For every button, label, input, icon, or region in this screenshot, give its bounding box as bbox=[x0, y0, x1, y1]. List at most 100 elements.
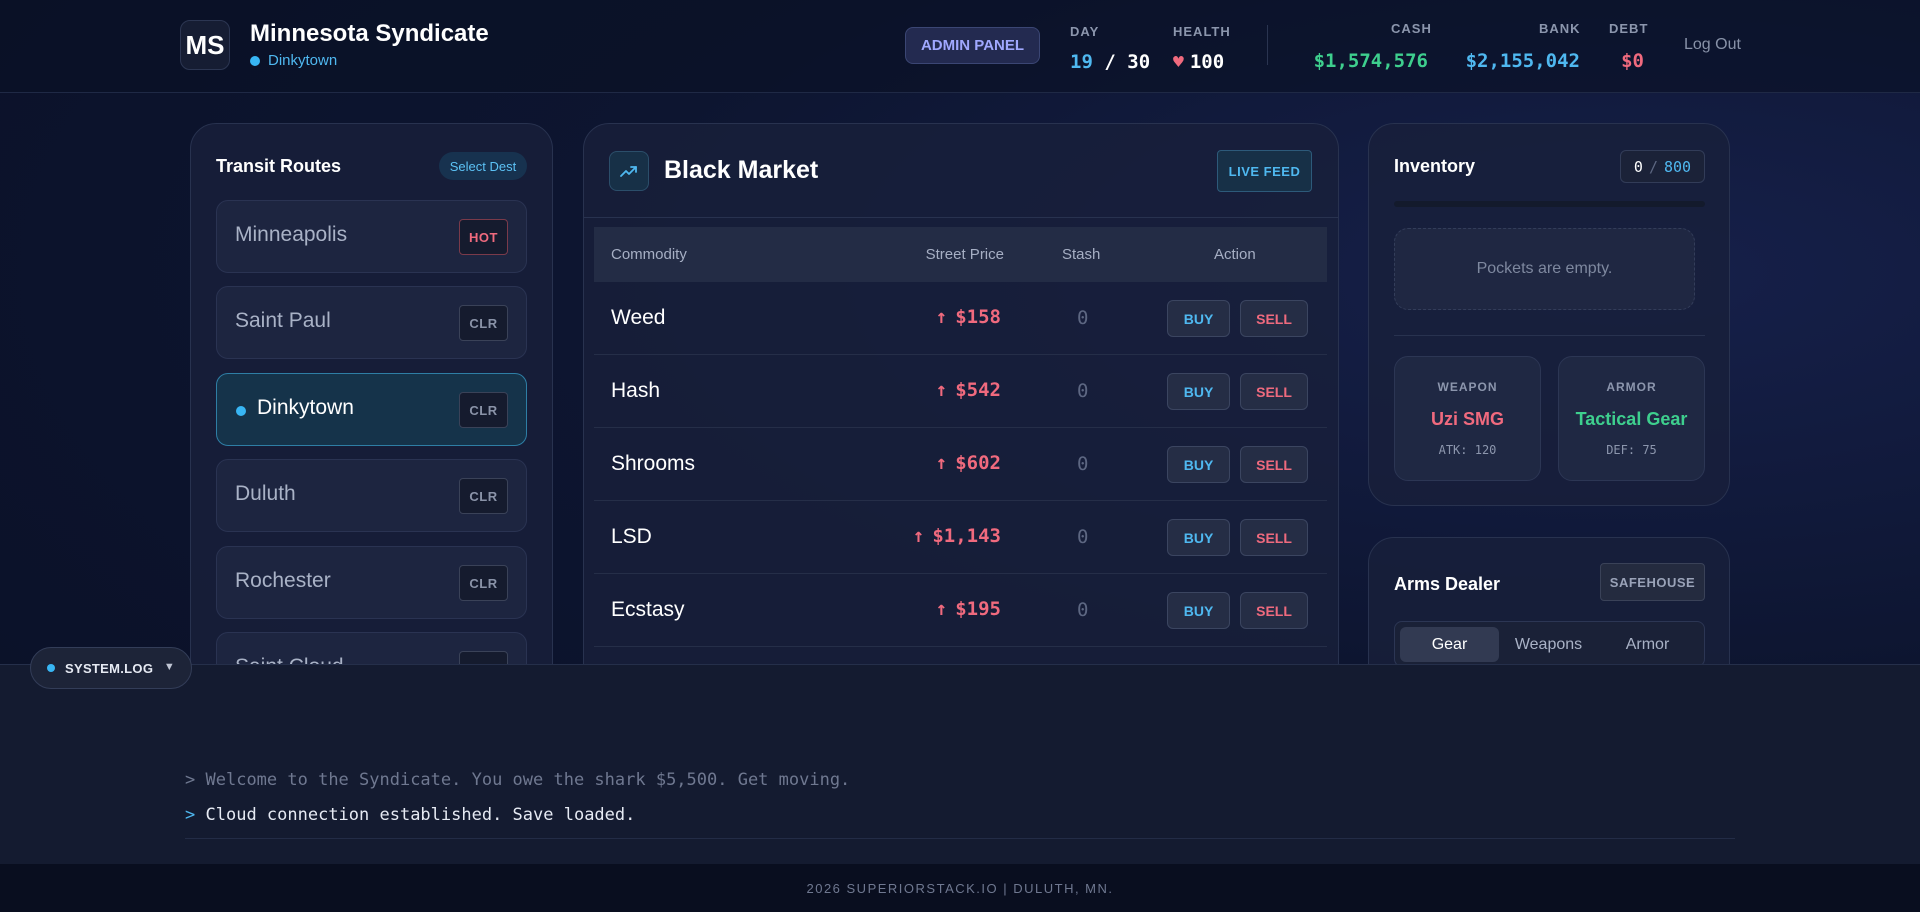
table-row: Weed ↑ $158 0 BUY SELL bbox=[594, 282, 1327, 355]
price-value: $542 bbox=[955, 379, 1001, 401]
location-dot-icon bbox=[250, 55, 260, 66]
price-value: $1,143 bbox=[932, 525, 1001, 547]
route-name: Rochester bbox=[235, 569, 331, 592]
debt-label: DEBT bbox=[1609, 21, 1649, 36]
top-header: MS Minnesota Syndicate Dinkytown ADMIN P… bbox=[0, 0, 1920, 93]
active-location-dot-icon bbox=[236, 406, 246, 416]
inventory-capacity: 0 / 800 bbox=[1620, 150, 1705, 183]
street-price: ↑ $1,143 bbox=[913, 525, 1001, 547]
black-market-panel: Black Market LIVE FEED Commodity Street … bbox=[583, 123, 1339, 723]
sell-button[interactable]: SELL bbox=[1240, 519, 1308, 556]
log-divider bbox=[185, 838, 1735, 839]
health-label: HEALTH bbox=[1173, 24, 1231, 39]
route-rochester[interactable]: Rochester CLR bbox=[216, 546, 527, 619]
log-line: > Welcome to the Syndicate. You owe the … bbox=[185, 770, 850, 790]
log-prompt: > bbox=[185, 770, 196, 790]
sell-button[interactable]: SELL bbox=[1240, 446, 1308, 483]
day-current: 19 bbox=[1070, 51, 1093, 73]
route-duluth[interactable]: Duluth CLR bbox=[216, 459, 527, 532]
street-price: ↑ $195 bbox=[936, 598, 1001, 620]
table-row: Shrooms ↑ $602 0 BUY SELL bbox=[594, 428, 1327, 501]
inventory-divider bbox=[1394, 335, 1705, 336]
tab-armor[interactable]: Armor bbox=[1598, 627, 1697, 662]
table-row: Ecstasy ↑ $195 0 BUY SELL bbox=[594, 574, 1327, 647]
day-label: DAY bbox=[1070, 24, 1100, 39]
stash-count: 0 bbox=[1077, 307, 1089, 329]
commodity-name: LSD bbox=[611, 525, 652, 548]
stash-count: 0 bbox=[1077, 453, 1089, 475]
arms-title: Arms Dealer bbox=[1394, 574, 1501, 594]
route-dinkytown[interactable]: Dinkytown CLR bbox=[216, 373, 527, 446]
transit-routes-panel: Transit Routes Select Dest Minneapolis H… bbox=[190, 123, 553, 723]
arrow-up-icon: ↑ bbox=[912, 525, 925, 547]
street-price: ↑ $542 bbox=[936, 379, 1001, 401]
cash-value: $1,574,576 bbox=[1313, 50, 1428, 72]
day-separator: / bbox=[1104, 51, 1116, 73]
commodity-name: Shrooms bbox=[611, 452, 696, 475]
weapon-name: Uzi SMG bbox=[1430, 409, 1504, 429]
log-prompt: > bbox=[185, 805, 196, 825]
armor-label: ARMOR bbox=[1606, 380, 1657, 394]
chevron-down-icon: ▼ bbox=[163, 661, 175, 673]
logout-button[interactable]: Log Out bbox=[1684, 36, 1741, 54]
tab-weapons[interactable]: Weapons bbox=[1499, 627, 1598, 662]
stash-count: 0 bbox=[1077, 380, 1089, 402]
col-stash: Stash bbox=[1062, 246, 1101, 263]
bank-label: BANK bbox=[1539, 21, 1581, 36]
current-location-text: Dinkytown bbox=[268, 52, 338, 69]
buy-button[interactable]: BUY bbox=[1167, 446, 1230, 483]
select-dest-badge: Select Dest bbox=[439, 152, 527, 180]
table-row: Hash ↑ $542 0 BUY SELL bbox=[594, 355, 1327, 428]
weapon-stat: ATK: 120 bbox=[1438, 443, 1497, 457]
weapon-card: WEAPON Uzi SMG ATK: 120 bbox=[1394, 356, 1541, 481]
inventory-max: 800 bbox=[1663, 157, 1692, 176]
trending-up-icon bbox=[609, 151, 649, 191]
street-price: ↑ $602 bbox=[936, 452, 1001, 474]
status-dot-icon bbox=[47, 664, 55, 672]
buy-button[interactable]: BUY bbox=[1167, 300, 1230, 337]
stash-count: 0 bbox=[1077, 599, 1089, 621]
price-value: $195 bbox=[955, 598, 1001, 620]
admin-panel-button[interactable]: ADMIN PANEL bbox=[905, 27, 1040, 64]
transit-title: Transit Routes bbox=[216, 156, 342, 176]
sell-button[interactable]: SELL bbox=[1240, 592, 1308, 629]
log-text: Welcome to the Syndicate. You owe the sh… bbox=[205, 770, 851, 790]
route-tag-clear: CLR bbox=[459, 565, 508, 601]
route-tag-clear: CLR bbox=[459, 305, 508, 341]
col-commodity: Commodity bbox=[611, 246, 687, 263]
day-counter: 19 / 30 bbox=[1070, 51, 1150, 73]
system-log-toggle[interactable]: SYSTEM.LOG ▼ bbox=[30, 647, 192, 689]
arrow-up-icon: ↑ bbox=[935, 306, 948, 328]
sell-button[interactable]: SELL bbox=[1240, 300, 1308, 337]
inventory-progress-bar bbox=[1394, 201, 1705, 207]
inventory-title: Inventory bbox=[1394, 156, 1476, 176]
sell-button[interactable]: SELL bbox=[1240, 373, 1308, 410]
tab-gear[interactable]: Gear bbox=[1400, 627, 1499, 662]
col-action: Action bbox=[1214, 246, 1256, 263]
table-header: Commodity Street Price Stash Action bbox=[594, 227, 1327, 282]
logo-text: MS bbox=[185, 29, 225, 60]
safehouse-button[interactable]: SAFEHOUSE bbox=[1600, 563, 1705, 601]
arrow-up-icon: ↑ bbox=[935, 452, 948, 474]
armor-name: Tactical Gear bbox=[1575, 409, 1688, 429]
route-name: Duluth bbox=[235, 482, 296, 505]
route-minneapolis[interactable]: Minneapolis HOT bbox=[216, 200, 527, 273]
buy-button[interactable]: BUY bbox=[1167, 519, 1230, 556]
bank-value: $2,155,042 bbox=[1465, 50, 1580, 72]
arrow-up-icon: ↑ bbox=[935, 379, 948, 401]
price-value: $602 bbox=[955, 452, 1001, 474]
live-feed-badge: LIVE FEED bbox=[1217, 150, 1312, 192]
price-value: $158 bbox=[955, 306, 1001, 328]
buy-button[interactable]: BUY bbox=[1167, 592, 1230, 629]
debt-value: $0 bbox=[1621, 50, 1644, 72]
capacity-separator: / bbox=[1648, 157, 1658, 176]
market-title: Black Market bbox=[664, 156, 819, 184]
buy-button[interactable]: BUY bbox=[1167, 373, 1230, 410]
inventory-used: 0 bbox=[1633, 157, 1643, 176]
day-total: 30 bbox=[1127, 51, 1151, 73]
current-location: Dinkytown bbox=[250, 52, 337, 69]
system-log-label: SYSTEM.LOG bbox=[65, 660, 154, 676]
route-saint-paul[interactable]: Saint Paul CLR bbox=[216, 286, 527, 359]
route-name: Dinkytown bbox=[257, 396, 354, 419]
commodity-name: Ecstasy bbox=[611, 598, 685, 621]
